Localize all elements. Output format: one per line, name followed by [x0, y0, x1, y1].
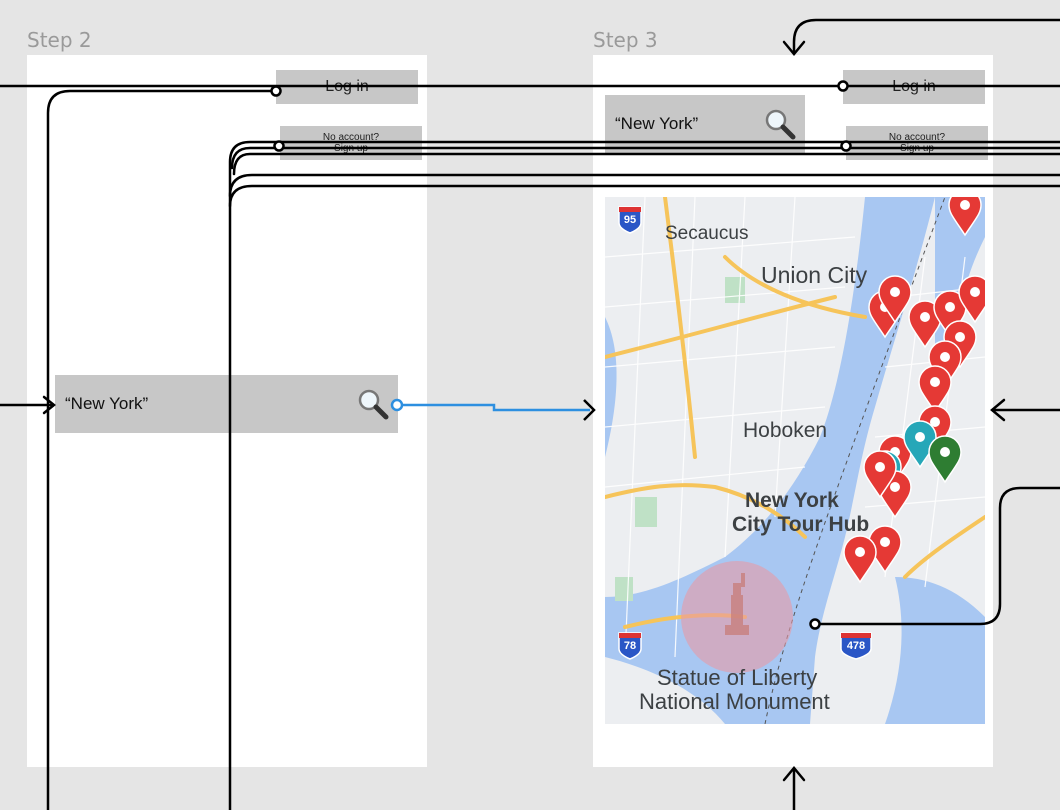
connector-node[interactable] [270, 85, 282, 97]
connector-node[interactable] [273, 140, 285, 152]
active-connector-line [397, 403, 590, 412]
connector-line [792, 18, 1060, 54]
connector-node[interactable] [840, 140, 852, 152]
prototype-connectors [0, 18, 1060, 810]
connector-line [813, 486, 1060, 626]
connector-line [228, 184, 1060, 208]
connector-node[interactable] [809, 618, 821, 630]
connector-node[interactable] [390, 398, 404, 412]
connector-line [232, 152, 1060, 176]
connector-node[interactable] [837, 80, 849, 92]
connector-line [230, 146, 1060, 170]
connector-line [228, 140, 1060, 810]
connector-line [46, 89, 278, 810]
